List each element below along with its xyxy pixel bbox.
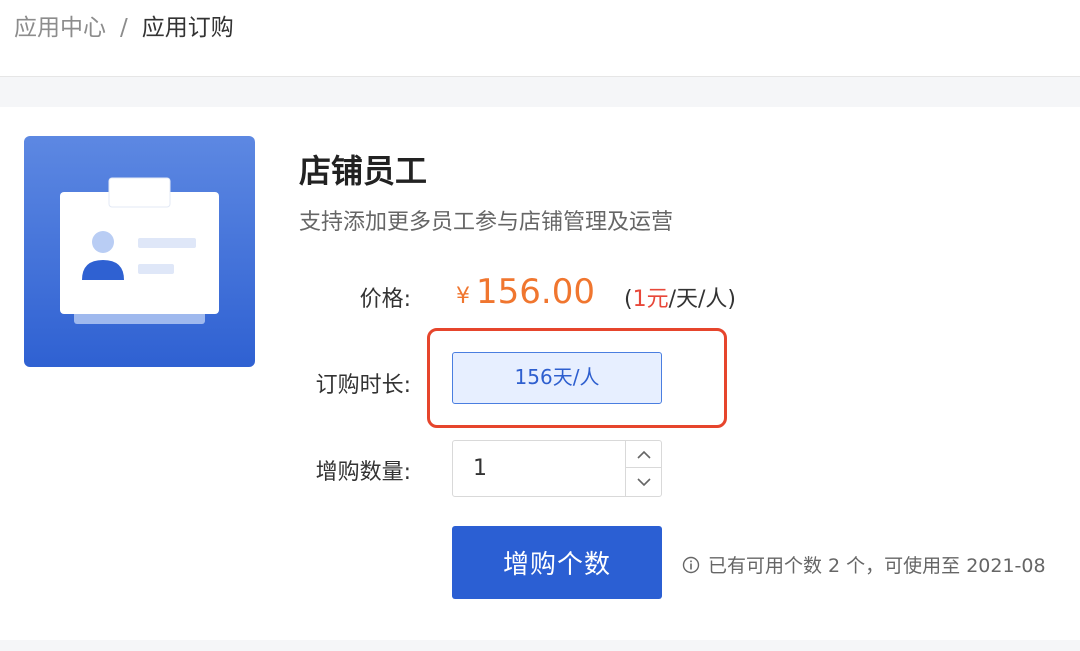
product-title: 店铺员工 <box>299 152 428 190</box>
duration-label: 订购时长: <box>315 373 411 398</box>
content-top-band <box>0 77 1080 107</box>
price-amount: 156.00 <box>476 272 595 312</box>
content-bottom-band <box>0 640 1080 651</box>
quantity-stepper-buttons <box>625 441 661 496</box>
currency-symbol: ¥ <box>456 284 470 309</box>
availability-text: 已有可用个数 2 个，可使用至 2021-08 <box>708 555 1046 577</box>
price-value: ¥156.00 <box>456 272 595 312</box>
price-label: 价格: <box>359 287 411 312</box>
product-description: 支持添加更多员工参与店铺管理及运营 <box>299 210 674 235</box>
chevron-down-icon <box>636 478 651 487</box>
price-unit-rest: /天/人) <box>668 287 737 312</box>
breadcrumb-current: 应用订购 <box>141 15 234 41</box>
price-unit-open: ( <box>624 287 633 312</box>
product-image <box>24 136 255 367</box>
breadcrumb-separator: / <box>120 15 128 41</box>
unit-price: 1元 <box>632 287 669 312</box>
breadcrumb: 应用中心 / 应用订购 <box>14 12 234 44</box>
price-unit: (1元/天/人) <box>624 281 736 313</box>
availability-note: 已有可用个数 2 个，可使用至 2021-08 <box>682 551 1046 578</box>
chevron-up-icon <box>636 450 651 459</box>
quantity-increment-button[interactable] <box>626 441 661 468</box>
breadcrumb-app-center[interactable]: 应用中心 <box>14 15 106 41</box>
quantity-stepper <box>452 440 662 497</box>
quantity-input[interactable] <box>453 441 625 496</box>
quantity-label: 增购数量: <box>315 460 411 485</box>
duration-option-selected[interactable]: 156天/人 <box>452 352 662 404</box>
app-purchase-page: 应用中心 / 应用订购 店铺员工 支持添加更多员工参与店铺管理及运营 价格: ¥15… <box>0 0 1080 651</box>
info-icon <box>682 556 700 574</box>
quantity-decrement-button[interactable] <box>626 469 661 496</box>
staff-badge-icon <box>60 177 219 324</box>
buy-more-button[interactable]: 增购个数 <box>452 526 662 599</box>
